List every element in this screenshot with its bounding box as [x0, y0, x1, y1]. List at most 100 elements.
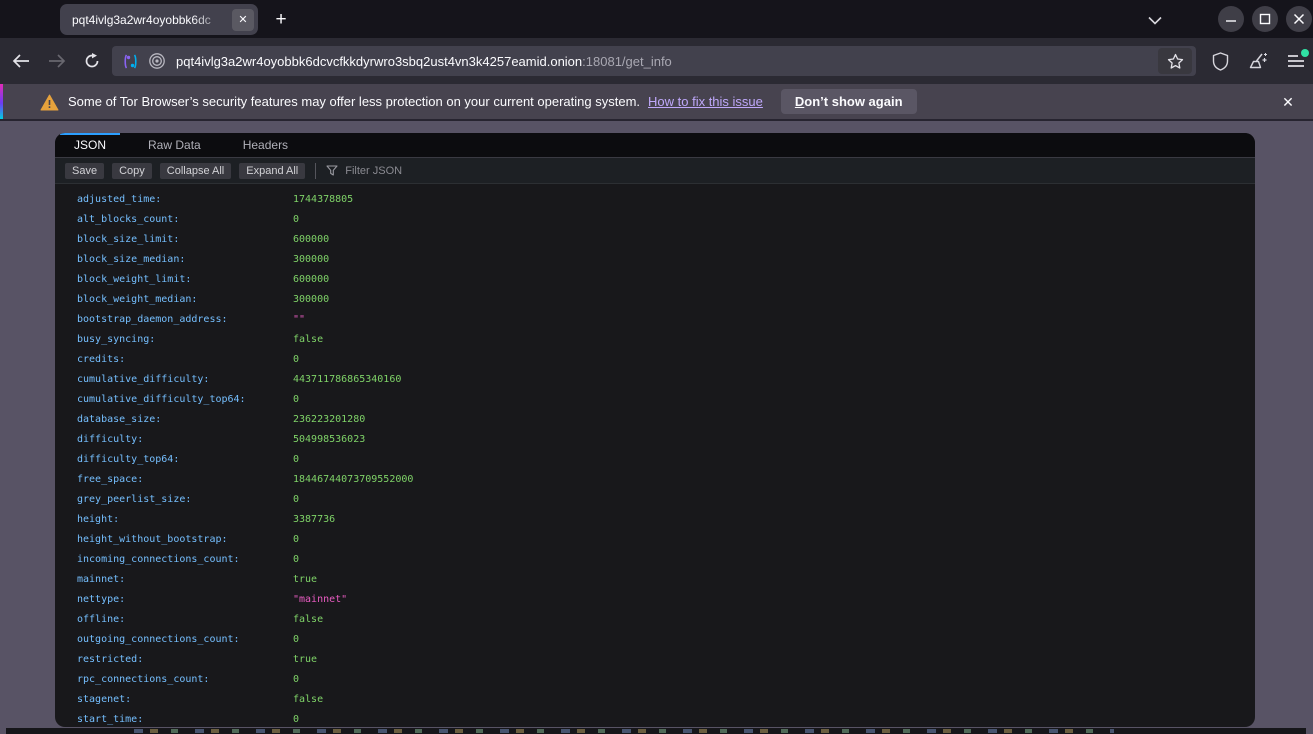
json-key: free_space: — [77, 474, 293, 485]
collapse-all-button[interactable]: Collapse All — [160, 163, 231, 179]
list-all-tabs-button[interactable] — [1142, 7, 1168, 33]
update-badge-dot — [1301, 49, 1309, 57]
how-to-fix-link[interactable]: How to fix this issue — [648, 94, 763, 109]
json-row: difficulty:504998536023 — [55, 429, 1255, 449]
dont-show-again-button[interactable]: Don’t show again — [781, 89, 917, 114]
json-key: mainnet: — [77, 574, 293, 585]
url-bar[interactable]: pqt4ivlg3a2wr4oyobbk6dcvcfkkdyrwro3sbq2u… — [112, 46, 1196, 76]
json-value: 600000 — [293, 234, 329, 245]
json-value: 236223201280 — [293, 414, 365, 425]
bookmark-button[interactable] — [1158, 48, 1192, 74]
json-key: stagenet: — [77, 694, 293, 705]
json-row: block_weight_median:300000 — [55, 289, 1255, 309]
notification-close-icon[interactable]: ✕ — [1277, 91, 1299, 113]
copy-button[interactable]: Copy — [112, 163, 152, 179]
security-notification-bar: Some of Tor Browser’s security features … — [0, 84, 1313, 121]
json-value: 300000 — [293, 254, 329, 265]
json-row: bootstrap_daemon_address:"" — [55, 309, 1255, 329]
json-viewer-tabs: JSON Raw Data Headers — [55, 133, 1255, 158]
window-maximize-button[interactable] — [1252, 6, 1278, 32]
json-key: incoming_connections_count: — [77, 554, 293, 565]
back-arrow-icon — [12, 54, 30, 68]
json-key: cumulative_difficulty: — [77, 374, 293, 385]
json-key: cumulative_difficulty_top64: — [77, 394, 293, 405]
reload-button[interactable] — [77, 46, 107, 76]
json-value: 18446744073709552000 — [293, 474, 413, 485]
json-key: block_weight_median: — [77, 294, 293, 305]
tab-headers[interactable]: Headers — [229, 133, 302, 157]
json-key: height_without_bootstrap: — [77, 534, 293, 545]
tab-json[interactable]: JSON — [60, 133, 120, 157]
window-close-button[interactable] — [1286, 6, 1312, 32]
forward-button[interactable] — [42, 46, 72, 76]
json-value: 0 — [293, 494, 299, 505]
new-identity-button[interactable] — [1242, 46, 1274, 76]
json-key: height: — [77, 514, 293, 525]
json-key: outgoing_connections_count: — [77, 634, 293, 645]
json-row: adjusted_time:1744378805 — [55, 189, 1255, 209]
tor-circuit-icon[interactable] — [122, 53, 139, 70]
json-row: cumulative_difficulty_top64:0 — [55, 389, 1255, 409]
json-key: start_time: — [77, 714, 293, 725]
tab-close-icon[interactable]: ✕ — [232, 9, 254, 31]
json-row: free_space:18446744073709552000 — [55, 469, 1255, 489]
json-key: credits: — [77, 354, 293, 365]
json-value: 0 — [293, 554, 299, 565]
tab-title: pqt4ivlg3a2wr4oyobbk6dc — [72, 13, 232, 27]
json-value: 600000 — [293, 274, 329, 285]
json-value: 300000 — [293, 294, 329, 305]
expand-all-button[interactable]: Expand All — [239, 163, 305, 179]
json-value: "" — [293, 314, 305, 325]
tab-raw-data[interactable]: Raw Data — [134, 133, 215, 157]
back-button[interactable] — [6, 46, 36, 76]
json-key: grey_peerlist_size: — [77, 494, 293, 505]
shield-button[interactable] — [1204, 46, 1236, 76]
json-value: 443711786865340160 — [293, 374, 401, 385]
json-row: start_time:0 — [55, 709, 1255, 727]
toolbar-divider — [315, 163, 316, 179]
url-port-path: :18081/get_info — [582, 54, 672, 69]
json-row: block_weight_limit:600000 — [55, 269, 1255, 289]
json-value: "mainnet" — [293, 594, 347, 605]
shield-icon — [1212, 52, 1229, 71]
notification-accent-stripe — [0, 84, 3, 119]
browser-tab[interactable]: pqt4ivlg3a2wr4oyobbk6dc ✕ — [60, 4, 258, 35]
json-row: block_size_median:300000 — [55, 249, 1255, 269]
json-row: offline:false — [55, 609, 1255, 629]
json-row: cumulative_difficulty:443711786865340160 — [55, 369, 1255, 389]
json-key: block_size_median: — [77, 254, 293, 265]
json-key: adjusted_time: — [77, 194, 293, 205]
new-tab-button[interactable]: + — [268, 7, 294, 33]
toolbar-right-icons — [1204, 46, 1312, 76]
json-row: nettype:"mainnet" — [55, 589, 1255, 609]
json-key: database_size: — [77, 414, 293, 425]
json-row: outgoing_connections_count:0 — [55, 629, 1255, 649]
app-menu-button[interactable] — [1280, 46, 1312, 76]
json-key: difficulty: — [77, 434, 293, 445]
json-key: bootstrap_daemon_address: — [77, 314, 293, 325]
window-minimize-button[interactable] — [1218, 6, 1244, 32]
json-value: 0 — [293, 354, 299, 365]
letterbox-area: JSON Raw Data Headers Save Copy Collapse… — [0, 121, 1313, 734]
json-row: credits:0 — [55, 349, 1255, 369]
filter-json-input[interactable] — [345, 165, 645, 177]
json-key: offline: — [77, 614, 293, 625]
json-viewer-toolbar: Save Copy Collapse All Expand All — [55, 158, 1255, 184]
json-value: 0 — [293, 634, 299, 645]
json-key: restricted: — [77, 654, 293, 665]
json-value: false — [293, 334, 323, 345]
json-row: mainnet:true — [55, 569, 1255, 589]
json-key: alt_blocks_count: — [77, 214, 293, 225]
json-key: busy_syncing: — [77, 334, 293, 345]
json-value: false — [293, 614, 323, 625]
save-button[interactable]: Save — [65, 163, 104, 179]
onion-site-icon[interactable] — [148, 52, 166, 70]
json-value: 0 — [293, 394, 299, 405]
json-row: incoming_connections_count:0 — [55, 549, 1255, 569]
json-value: 3387736 — [293, 514, 335, 525]
chevron-down-icon — [1148, 16, 1162, 25]
clipped-bottom-row — [6, 728, 1306, 734]
json-value: 0 — [293, 534, 299, 545]
reload-icon — [84, 53, 100, 69]
json-value: 504998536023 — [293, 434, 365, 445]
